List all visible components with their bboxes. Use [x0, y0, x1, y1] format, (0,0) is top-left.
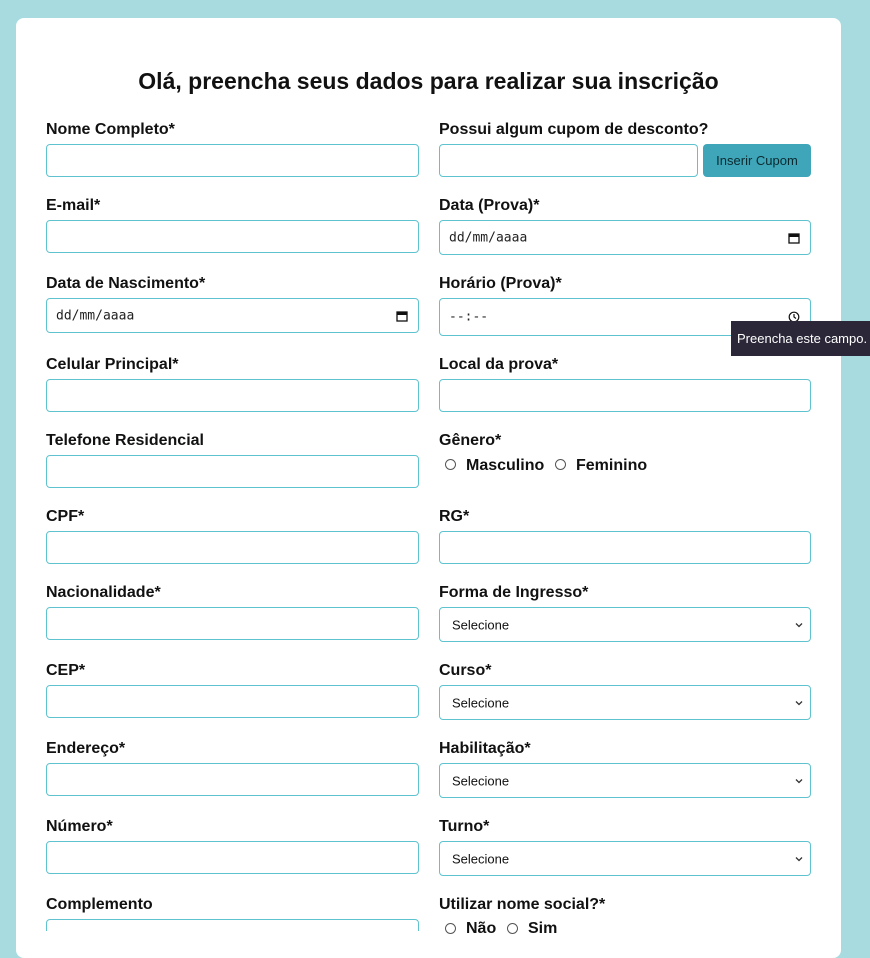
complemento-input[interactable] — [46, 919, 419, 931]
nome-social-label: Utilizar nome social?* — [439, 896, 606, 913]
nome-label: Nome Completo* — [46, 121, 175, 138]
horario-placeholder: --:-- — [449, 309, 489, 325]
nascimento-label: Data de Nascimento* — [46, 275, 206, 292]
curso-select[interactable]: Selecione — [439, 685, 811, 720]
endereco-input[interactable] — [46, 763, 419, 796]
genero-label: Gênero* — [439, 432, 502, 449]
numero-label: Número* — [46, 818, 113, 835]
chevron-down-icon — [795, 856, 803, 861]
habilitacao-label: Habilitação* — [439, 740, 531, 757]
local-input[interactable] — [439, 379, 811, 412]
cpf-label: CPF* — [46, 508, 85, 525]
nome-social-nao-label: Não — [466, 920, 497, 937]
turno-label: Turno* — [439, 818, 490, 835]
habilitacao-selected: Selecione — [452, 773, 510, 788]
nascimento-placeholder: dd/mm/aaaa — [56, 308, 135, 323]
genero-feminino-radio[interactable] — [555, 459, 566, 470]
ingresso-select[interactable]: Selecione — [439, 607, 811, 642]
genero-masculino-label: Masculino — [466, 457, 545, 474]
celular-label: Celular Principal* — [46, 356, 179, 373]
chevron-down-icon — [795, 622, 803, 627]
calendar-icon[interactable] — [396, 310, 408, 322]
genero-masculino-radio[interactable] — [445, 459, 456, 470]
page-title: Olá, preencha seus dados para realizar s… — [138, 68, 719, 94]
celular-input[interactable] — [46, 379, 419, 412]
calendar-icon[interactable] — [788, 232, 800, 244]
ingresso-selected: Selecione — [452, 617, 510, 632]
curso-selected: Selecione — [452, 695, 510, 710]
turno-selected: Selecione — [452, 851, 510, 866]
email-label: E-mail* — [46, 197, 101, 214]
nome-social-nao-radio[interactable] — [445, 923, 456, 934]
cep-input[interactable] — [46, 685, 419, 718]
telefone-input[interactable] — [46, 455, 419, 488]
nome-social-sim-label: Sim — [528, 920, 558, 937]
nacionalidade-input[interactable] — [46, 607, 419, 640]
habilitacao-select[interactable]: Selecione — [439, 763, 811, 798]
nome-input[interactable] — [46, 144, 419, 177]
rg-input[interactable] — [439, 531, 811, 564]
nacionalidade-label: Nacionalidade* — [46, 584, 161, 601]
cpf-input[interactable] — [46, 531, 419, 564]
data-prova-placeholder: dd/mm/aaaa — [449, 230, 528, 245]
cupom-label: Possui algum cupom de desconto? — [439, 121, 709, 138]
insert-coupon-button[interactable]: Inserir Cupom — [703, 144, 811, 177]
local-label: Local da prova* — [439, 356, 559, 373]
cupom-input[interactable] — [439, 144, 698, 177]
validation-tooltip: Preencha este campo. — [731, 321, 870, 356]
chevron-down-icon — [795, 778, 803, 783]
numero-input[interactable] — [46, 841, 419, 874]
nascimento-input[interactable]: dd/mm/aaaa — [46, 298, 419, 333]
turno-select[interactable]: Selecione — [439, 841, 811, 876]
cep-label: CEP* — [46, 662, 86, 679]
nome-social-sim-radio[interactable] — [507, 923, 518, 934]
endereco-label: Endereço* — [46, 740, 126, 757]
chevron-down-icon — [795, 700, 803, 705]
genero-feminino-label: Feminino — [576, 457, 648, 474]
data-prova-input[interactable]: dd/mm/aaaa — [439, 220, 811, 255]
telefone-label: Telefone Residencial — [46, 432, 204, 449]
complemento-label: Complemento — [46, 896, 153, 913]
rg-label: RG* — [439, 508, 470, 525]
data-prova-label: Data (Prova)* — [439, 197, 540, 214]
horario-label: Horário (Prova)* — [439, 275, 562, 292]
curso-label: Curso* — [439, 662, 492, 679]
email-input[interactable] — [46, 220, 419, 253]
ingresso-label: Forma de Ingresso* — [439, 584, 589, 601]
